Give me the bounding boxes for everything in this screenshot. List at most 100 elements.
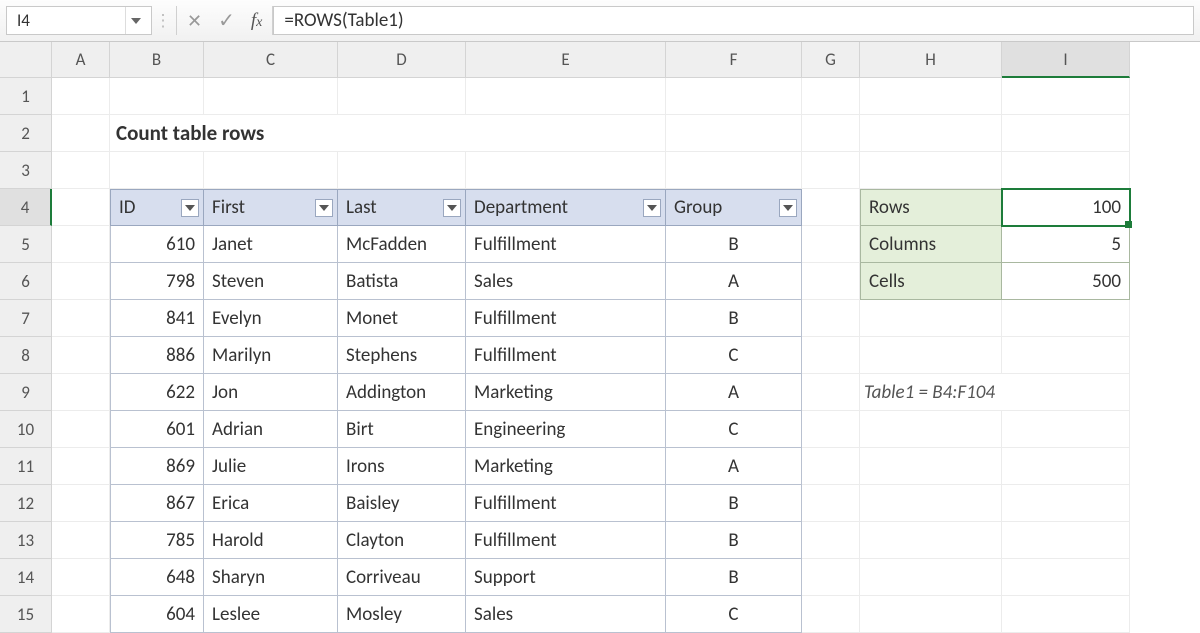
table-cell-first[interactable]: Marilyn — [204, 337, 338, 374]
table-cell-group[interactable]: C — [666, 411, 802, 448]
row-head-3[interactable]: 3 — [0, 152, 52, 189]
cell-A1[interactable] — [52, 78, 110, 115]
cell-A9[interactable] — [52, 374, 110, 411]
table-cell-group[interactable]: B — [666, 559, 802, 596]
table-cell-id[interactable]: 886 — [110, 337, 204, 374]
cell-A8[interactable] — [52, 337, 110, 374]
filter-icon[interactable] — [181, 199, 199, 217]
table-cell-first[interactable]: Adrian — [204, 411, 338, 448]
row-head-12[interactable]: 12 — [0, 485, 52, 522]
table-cell-first[interactable]: Jon — [204, 374, 338, 411]
cell-H11[interactable] — [860, 448, 1002, 485]
summary-cells-label[interactable]: Cells — [860, 263, 1002, 300]
cell-A6[interactable] — [52, 263, 110, 300]
table-cell-last[interactable]: Stephens — [338, 337, 466, 374]
cell-F1[interactable] — [666, 78, 802, 115]
table-cell-id[interactable]: 867 — [110, 485, 204, 522]
row-head-8[interactable]: 8 — [0, 337, 52, 374]
cell-F2[interactable] — [666, 115, 802, 152]
table-cell-id[interactable]: 610 — [110, 226, 204, 263]
col-head-E[interactable]: E — [466, 42, 666, 78]
table-cell-id[interactable]: 841 — [110, 300, 204, 337]
cell-G13[interactable] — [802, 522, 860, 559]
cell-A15[interactable] — [52, 596, 110, 633]
table-cell-first[interactable]: Evelyn — [204, 300, 338, 337]
table-cell-last[interactable]: Birt — [338, 411, 466, 448]
table-header-last[interactable]: Last — [338, 189, 466, 226]
cell-A10[interactable] — [52, 411, 110, 448]
col-head-A[interactable]: A — [52, 42, 110, 78]
table-cell-last[interactable]: McFadden — [338, 226, 466, 263]
cell-H14[interactable] — [860, 559, 1002, 596]
cell-I1[interactable] — [1002, 78, 1130, 115]
row-head-1[interactable]: 1 — [0, 78, 52, 115]
table-cell-last[interactable]: Addington — [338, 374, 466, 411]
table-cell-id[interactable]: 785 — [110, 522, 204, 559]
cell-I14[interactable] — [1002, 559, 1130, 596]
filter-icon[interactable] — [643, 199, 661, 217]
cell-A12[interactable] — [52, 485, 110, 522]
table-cell-dept[interactable]: Marketing — [466, 448, 666, 485]
table-header-group[interactable]: Group — [666, 189, 802, 226]
cell-I13[interactable] — [1002, 522, 1130, 559]
cell-A11[interactable] — [52, 448, 110, 485]
cell-G11[interactable] — [802, 448, 860, 485]
table-cell-dept[interactable]: Support — [466, 559, 666, 596]
cell-H13[interactable] — [860, 522, 1002, 559]
table-cell-last[interactable]: Clayton — [338, 522, 466, 559]
cell-H3[interactable] — [860, 152, 1002, 189]
table-cell-last[interactable]: Irons — [338, 448, 466, 485]
table-cell-group[interactable]: B — [666, 226, 802, 263]
row-head-10[interactable]: 10 — [0, 411, 52, 448]
table-cell-group[interactable]: A — [666, 448, 802, 485]
table-cell-id[interactable]: 869 — [110, 448, 204, 485]
col-head-D[interactable]: D — [338, 42, 466, 78]
filter-icon[interactable] — [779, 199, 797, 217]
row-head-9[interactable]: 9 — [0, 374, 52, 411]
cell-G15[interactable] — [802, 596, 860, 633]
cell-F3[interactable] — [666, 152, 802, 189]
table-cell-dept[interactable]: Fulfillment — [466, 300, 666, 337]
table-cell-id[interactable]: 648 — [110, 559, 204, 596]
table-cell-dept[interactable]: Marketing — [466, 374, 666, 411]
cell-G14[interactable] — [802, 559, 860, 596]
table-cell-first[interactable]: Harold — [204, 522, 338, 559]
cell-D3[interactable] — [338, 152, 466, 189]
cancel-icon[interactable]: ✕ — [187, 10, 202, 32]
table-cell-last[interactable]: Mosley — [338, 596, 466, 633]
cell-H1[interactable] — [860, 78, 1002, 115]
cell-B1[interactable] — [110, 78, 204, 115]
cell-G5[interactable] — [802, 226, 860, 263]
table-cell-group[interactable]: B — [666, 522, 802, 559]
cell-H10[interactable] — [860, 411, 1002, 448]
row-head-2[interactable]: 2 — [0, 115, 52, 152]
cell-I7[interactable] — [1002, 300, 1130, 337]
table-cell-dept[interactable]: Sales — [466, 263, 666, 300]
row-head-14[interactable]: 14 — [0, 559, 52, 596]
table-cell-id[interactable]: 798 — [110, 263, 204, 300]
col-head-F[interactable]: F — [666, 42, 802, 78]
table-cell-last[interactable]: Baisley — [338, 485, 466, 522]
cell-A3[interactable] — [52, 152, 110, 189]
cell-H8[interactable] — [860, 337, 1002, 374]
cell-A14[interactable] — [52, 559, 110, 596]
name-box-dropdown[interactable] — [125, 7, 145, 34]
cell-G12[interactable] — [802, 485, 860, 522]
spreadsheet-grid[interactable]: A B C D E F G H I 1 2 Count table rows 3… — [0, 42, 1200, 633]
cell-A2[interactable] — [52, 115, 110, 152]
cell-G7[interactable] — [802, 300, 860, 337]
table-cell-first[interactable]: Sharyn — [204, 559, 338, 596]
cell-I3[interactable] — [1002, 152, 1130, 189]
filter-icon[interactable] — [443, 199, 461, 217]
accept-icon[interactable]: ✓ — [218, 8, 235, 33]
table-cell-dept[interactable]: Sales — [466, 596, 666, 633]
table-cell-group[interactable]: C — [666, 337, 802, 374]
table-cell-dept[interactable]: Fulfillment — [466, 337, 666, 374]
col-head-I[interactable]: I — [1002, 42, 1130, 78]
cell-A4[interactable] — [52, 189, 110, 226]
cell-I11[interactable] — [1002, 448, 1130, 485]
summary-cells-value[interactable]: 500 — [1002, 263, 1130, 300]
row-head-4[interactable]: 4 — [0, 189, 52, 226]
cell-G1[interactable] — [802, 78, 860, 115]
summary-rows-value[interactable]: 100 — [1002, 189, 1130, 226]
